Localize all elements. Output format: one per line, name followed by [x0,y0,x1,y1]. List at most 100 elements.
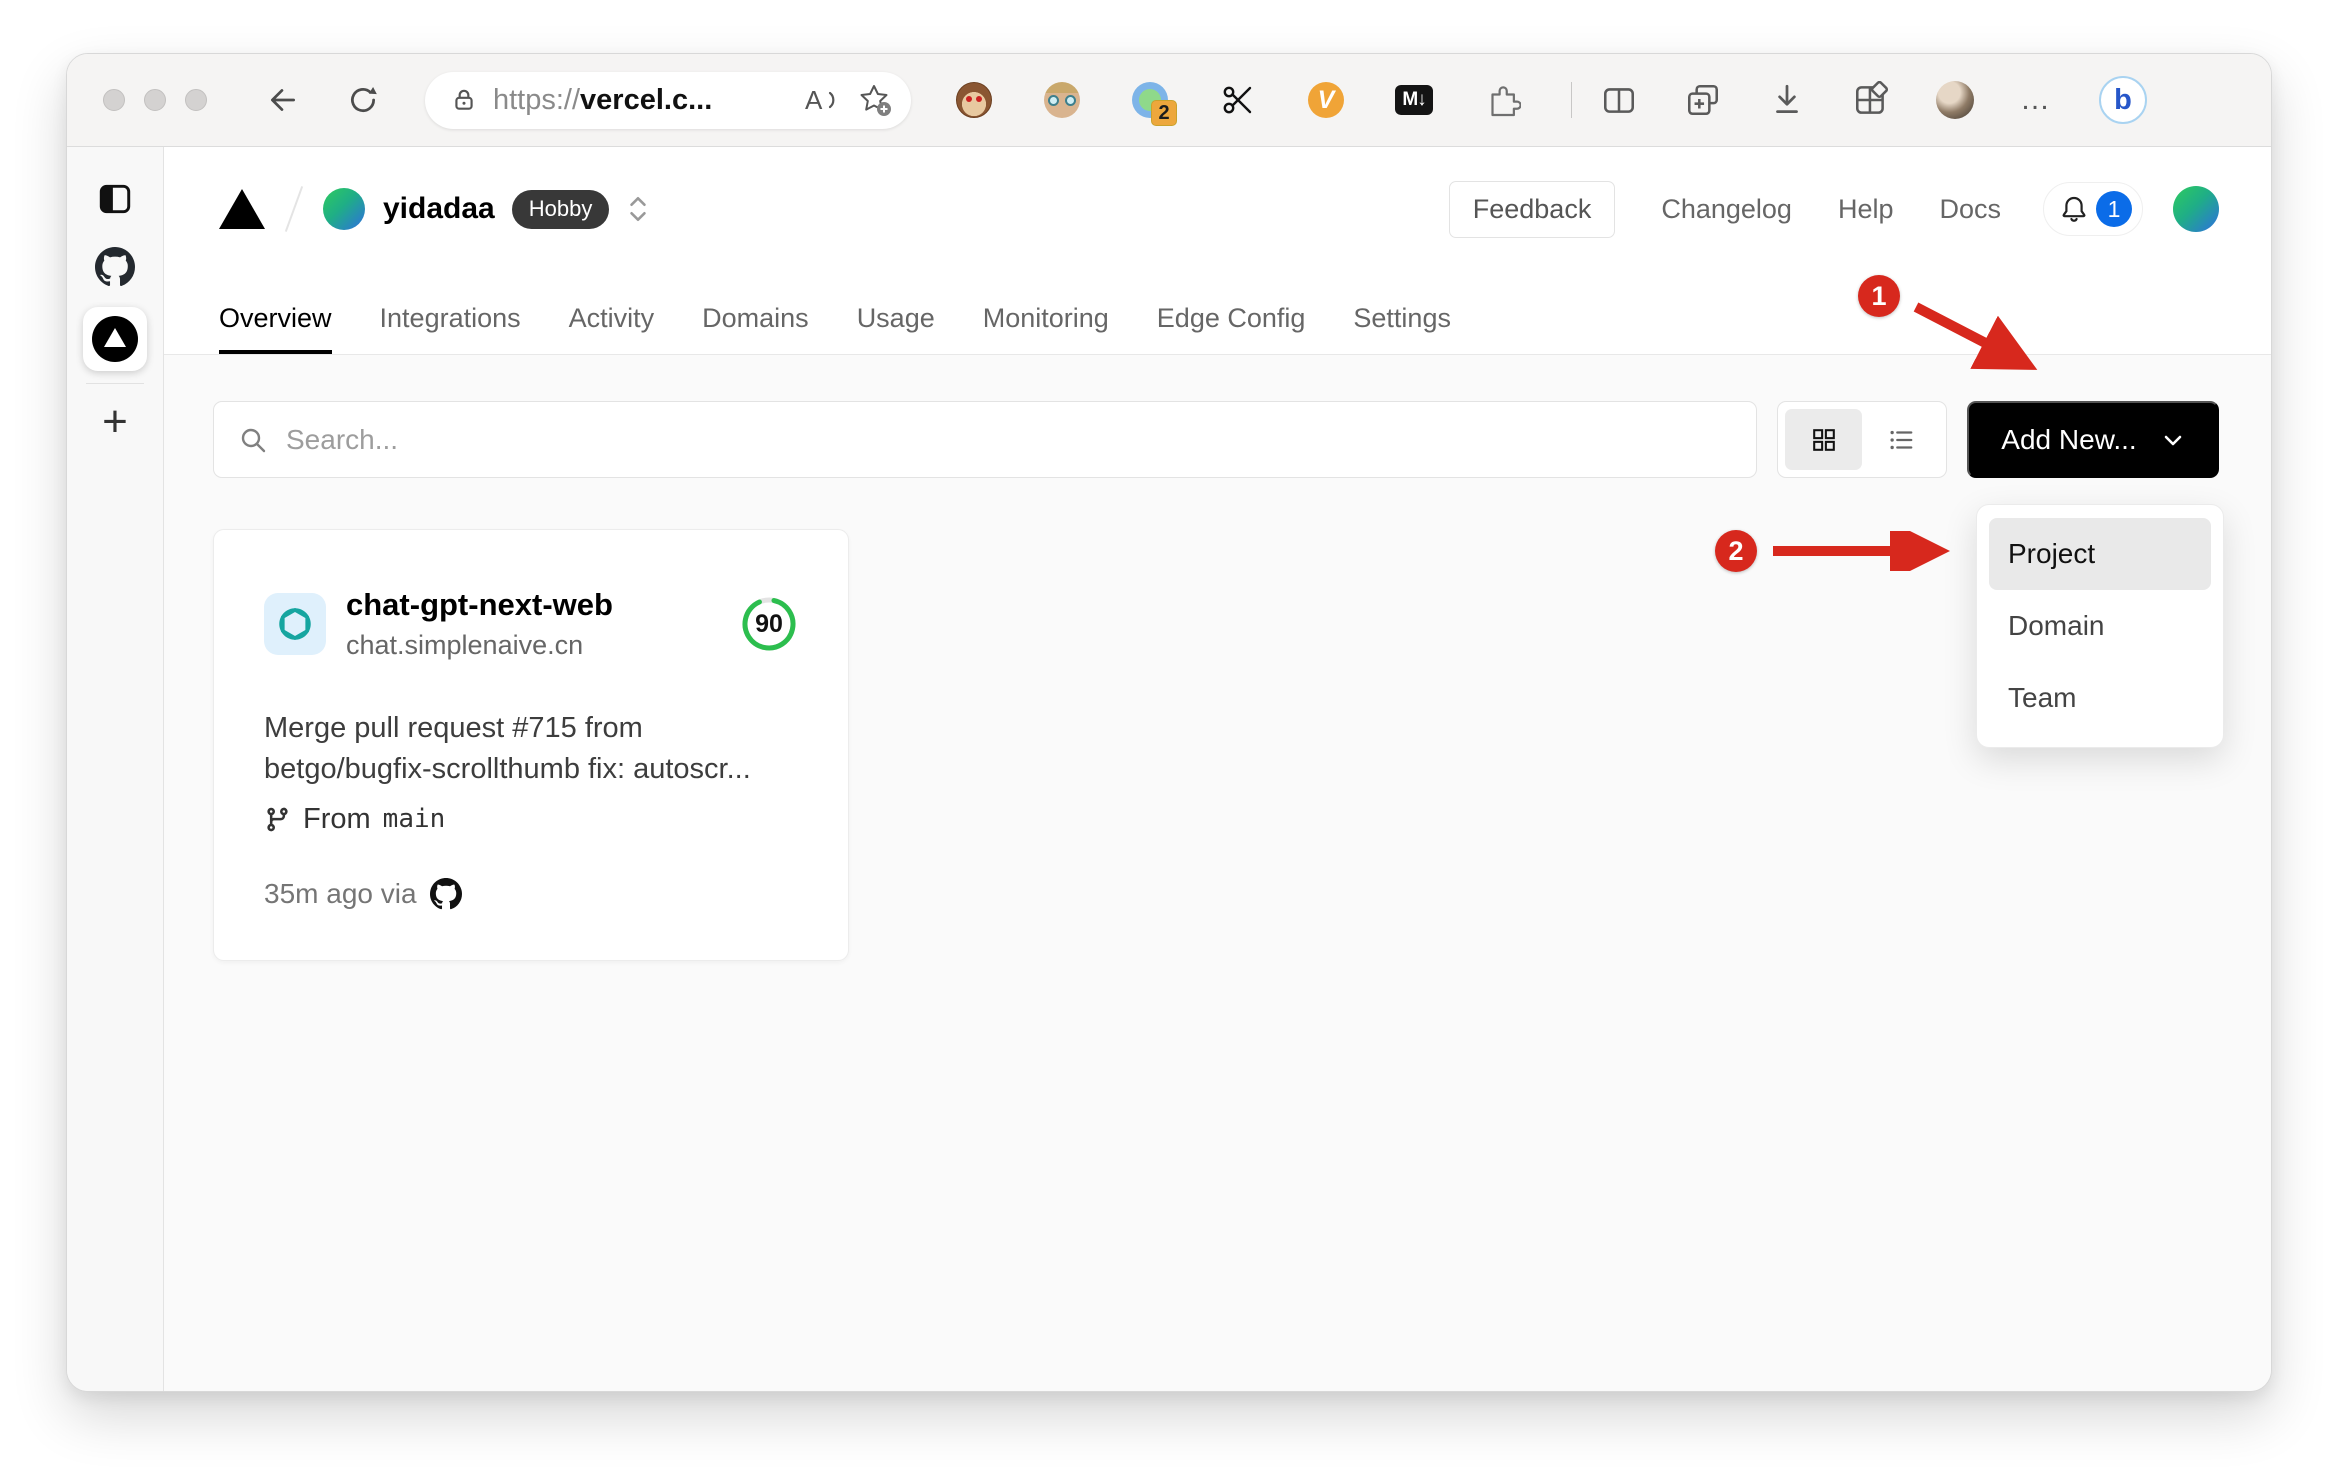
search-icon [241,428,266,452]
sidebar-panel-toggle-icon[interactable] [93,177,137,221]
dropdown-item-project[interactable]: Project [1989,518,2211,590]
vercel-triangle-icon [92,316,138,362]
add-new-label: Add New... [2001,423,2137,455]
chevron-down-icon [2164,435,2182,445]
help-link[interactable]: Help [1838,194,1894,225]
lighthouse-score-ring: 90 [740,595,798,653]
feedback-button[interactable]: Feedback [1448,180,1616,238]
downloads-icon[interactable] [1768,81,1806,119]
team-avatar[interactable] [323,188,365,230]
annotation-step-2: 2 [1715,530,1757,572]
edge-sidebar: + [67,147,164,1391]
vercel-logo-icon[interactable] [219,189,265,229]
add-new-button[interactable]: Add New... [1967,401,2219,478]
project-name[interactable]: chat-gpt-next-web [346,587,613,623]
search-input[interactable] [286,423,1732,456]
read-aloud-icon[interactable]: A [803,84,841,116]
v-extension-icon[interactable]: V [1307,81,1345,119]
deploy-time: 35m ago via [264,878,417,909]
extensions-strip: 2 V M↓ [955,81,1521,126]
reload-button[interactable] [341,78,385,122]
svg-text:A: A [805,85,823,115]
url-text: https://vercel.c... [493,84,787,117]
annotation-step-1: 1 [1858,275,1900,317]
browser-toolbar: https://vercel.c... A 2 V M↓ … b [67,54,2271,147]
vercel-sidebar-icon[interactable] [83,307,147,371]
sidebar-add-icon[interactable]: + [93,400,137,444]
tab-activity[interactable]: Activity [569,303,655,354]
github-sidebar-icon[interactable] [93,245,137,289]
github-icon [429,878,462,910]
plan-badge: Hobby [511,189,610,229]
annotation-arrow-1 [1913,302,2038,370]
browser-profile-avatar[interactable] [1936,81,1974,119]
add-new-dropdown: Project Domain Team [1976,504,2224,748]
add-favorite-star-icon[interactable] [857,82,893,118]
scissors-extension-icon[interactable] [1219,81,1257,119]
branch-row: From main [264,803,798,835]
from-label: From [303,802,371,835]
notification-count-badge: 1 [2096,191,2132,227]
more-menu-icon[interactable]: … [2020,83,2053,117]
proxy-extension-icon[interactable]: 2 [1131,81,1177,126]
project-card[interactable]: chat-gpt-next-web chat.simplenaive.cn 90… [213,529,849,961]
back-arrow-icon [270,89,296,111]
vercel-dashboard: yidadaa Hobby Feedback Changelog Help Do… [164,147,2271,1391]
project-search[interactable] [213,401,1757,478]
dropdown-item-team[interactable]: Team [1989,662,2211,734]
monkey-extension-icon[interactable] [955,81,993,119]
score-value: 90 [755,609,783,638]
openai-project-icon [264,593,326,655]
tab-monitoring[interactable]: Monitoring [983,303,1109,354]
chevron-updown-icon [630,197,647,221]
workspaces-icon[interactable] [1852,81,1890,119]
toolbar-right-icons: … b [1600,76,2147,124]
url-scheme: https:// [493,83,581,116]
tab-integrations[interactable]: Integrations [380,303,521,354]
docs-link[interactable]: Docs [1939,194,2001,225]
tab-edge-config[interactable]: Edge Config [1157,303,1306,354]
grid-view-icon [1812,428,1835,451]
markdown-extension-icon[interactable]: M↓ [1395,81,1433,119]
zoom-window-button[interactable] [185,89,207,111]
back-button[interactable] [261,78,305,122]
bell-icon [2062,196,2086,222]
browser-window: https://vercel.c... A 2 V M↓ … b + yidad… [66,53,2272,1392]
list-view-icon [1889,430,1912,449]
url-host: vercel.c... [580,83,713,116]
branch-name: main [382,804,446,834]
tab-settings[interactable]: Settings [1353,303,1451,354]
team-switcher-button[interactable] [627,194,649,224]
window-controls [103,89,207,111]
annotation-arrow-2 [1773,531,1950,571]
dropdown-item-domain[interactable]: Domain [1989,590,2211,662]
overview-content: Add New... chat-gpt-next-web chat.simple… [164,355,2271,1391]
extension-count-badge: 2 [1151,100,1177,126]
view-toggle [1777,401,1947,478]
tab-domains[interactable]: Domains [702,303,809,354]
notifications-button[interactable]: 1 [2043,182,2143,236]
grid-view-button[interactable] [1785,409,1862,470]
lock-icon [455,89,473,110]
list-view-button[interactable] [1862,409,1939,470]
commit-line-2: betgo/bugfix-scrollthumb fix: autoscr... [264,753,751,785]
account-avatar[interactable] [2173,186,2219,232]
breadcrumb-slash [284,186,304,232]
collections-icon[interactable] [1684,81,1722,119]
close-window-button[interactable] [103,89,125,111]
reload-icon [351,87,377,113]
deploy-meta: 35m ago via [264,878,798,910]
commit-line-1: Merge pull request #715 from [264,712,643,744]
persona-extension-icon[interactable] [1043,81,1081,119]
tab-overview[interactable]: Overview [219,303,332,354]
project-domain[interactable]: chat.simplenaive.cn [346,630,613,661]
split-screen-icon[interactable] [1600,81,1638,119]
address-bar[interactable]: https://vercel.c... A [425,71,911,129]
bing-chat-icon[interactable]: b [2099,76,2147,124]
commit-message: Merge pull request #715 from betgo/bugfi… [264,708,798,790]
changelog-link[interactable]: Changelog [1661,194,1792,225]
toolbar-divider [1571,82,1572,118]
tab-usage[interactable]: Usage [857,303,935,354]
minimize-window-button[interactable] [144,89,166,111]
extensions-puzzle-icon[interactable] [1483,81,1521,119]
